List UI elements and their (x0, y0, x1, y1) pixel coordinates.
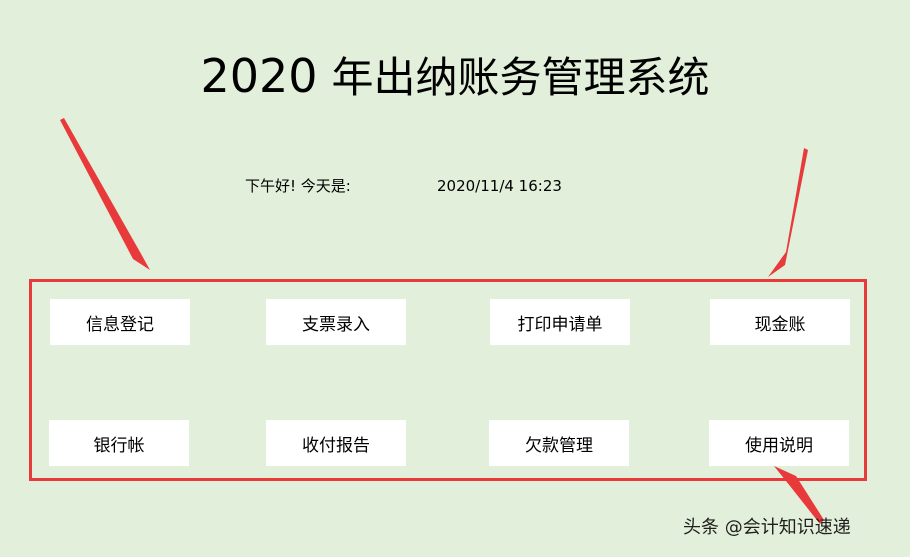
watermark-text: 头条 @会计知识速递 (683, 517, 851, 538)
debt-management-button[interactable]: 欠款管理 (489, 420, 629, 466)
bank-account-button[interactable]: 银行帐 (49, 420, 189, 466)
greeting-label: 下午好! 今天是: (245, 177, 351, 195)
receipt-payment-report-button[interactable]: 收付报告 (266, 420, 406, 466)
page-title: 2020 年出纳账务管理系统 (0, 48, 910, 106)
instructions-button[interactable]: 使用说明 (709, 420, 849, 466)
cash-account-button[interactable]: 现金账 (710, 299, 850, 345)
current-datetime: 2020/11/4 16:23 (437, 177, 562, 195)
check-entry-button[interactable]: 支票录入 (266, 299, 406, 345)
arrow-top-right-icon (768, 148, 808, 277)
title-text: 年出纳账务管理系统 (331, 53, 710, 102)
arrow-top-left-icon (60, 118, 150, 270)
print-request-button[interactable]: 打印申请单 (490, 299, 630, 345)
title-year: 2020 (200, 49, 318, 103)
info-register-button[interactable]: 信息登记 (50, 299, 190, 345)
